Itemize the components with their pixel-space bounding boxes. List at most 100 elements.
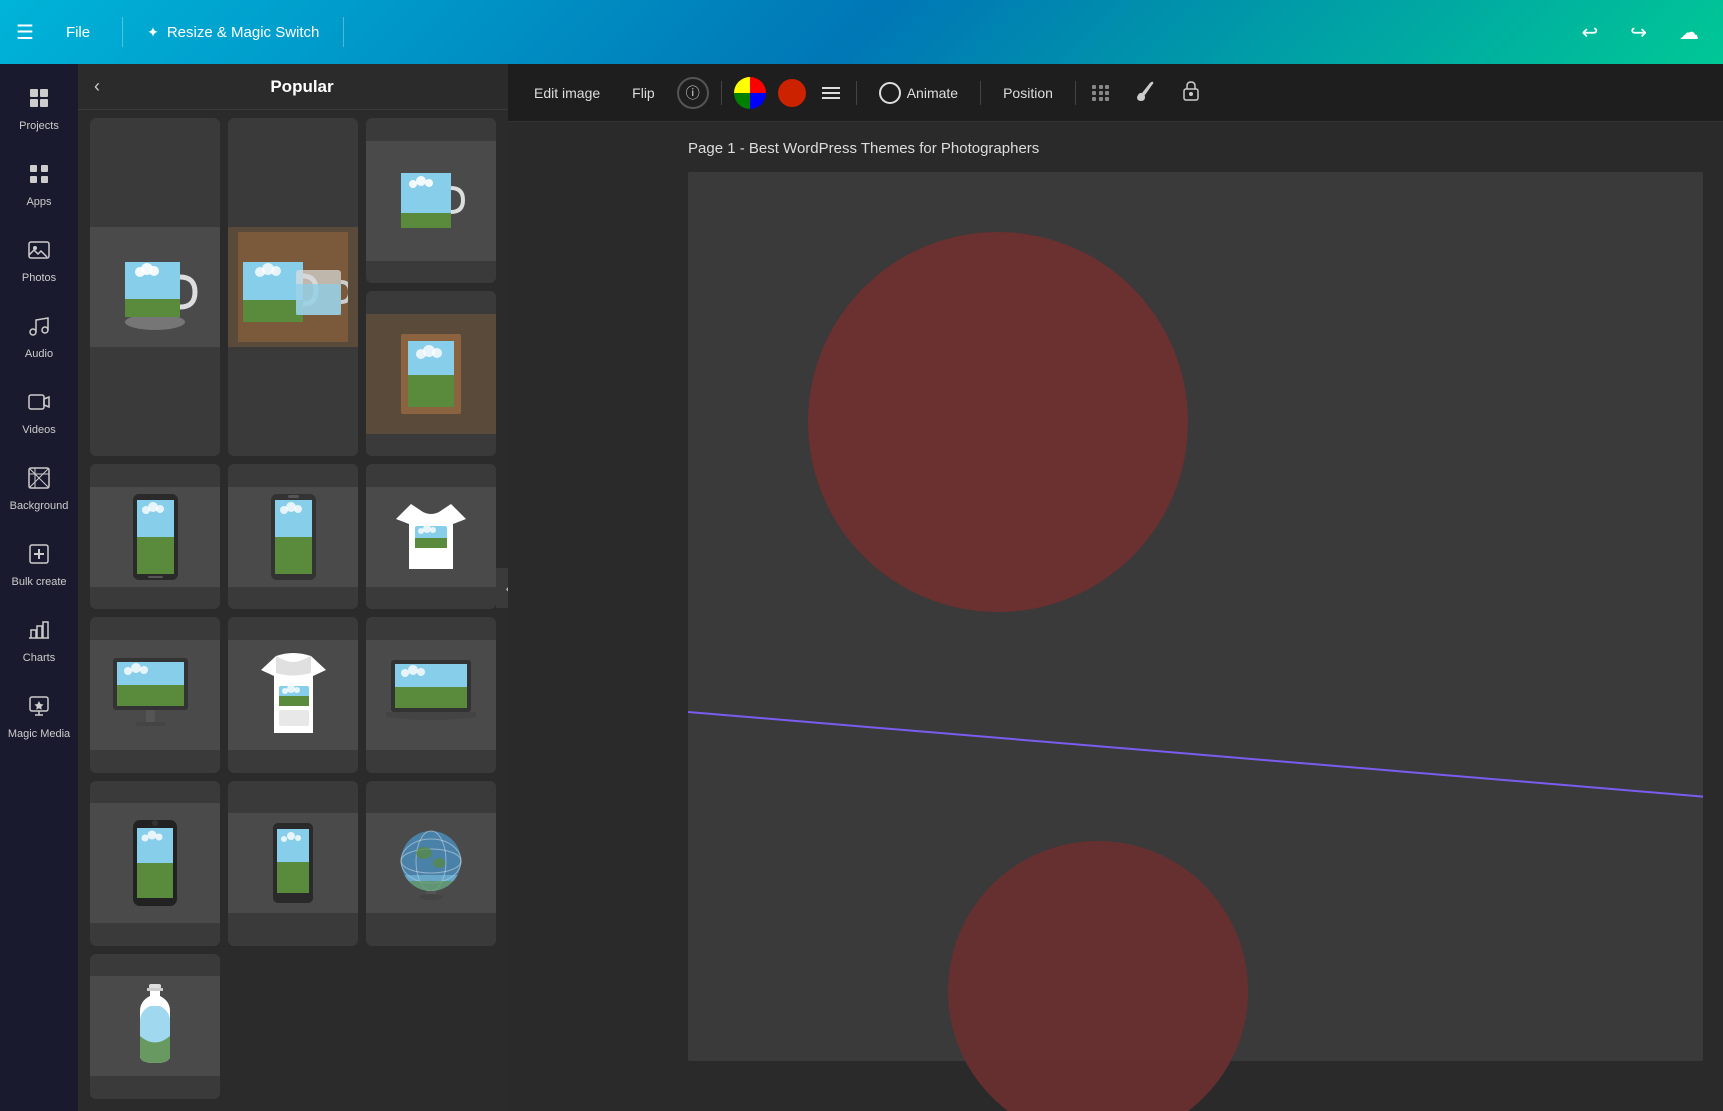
color-wheel-button[interactable] xyxy=(734,77,766,109)
mockup-grid xyxy=(78,110,508,1107)
audio-icon xyxy=(27,314,51,344)
redo-button[interactable]: ↪ xyxy=(1622,16,1655,49)
sidebar-item-projects[interactable]: Projects xyxy=(3,74,75,146)
mug-handle-preview xyxy=(366,141,496,261)
paintbrush-icon xyxy=(1134,79,1154,101)
top-toolbar: ☰ File ✦ Resize & Magic Switch ↩ ↪ ☁ xyxy=(0,0,1723,64)
magic-switch-label: Resize & Magic Switch xyxy=(167,24,320,41)
position-button[interactable]: Position xyxy=(993,79,1063,107)
mug-white-preview xyxy=(90,227,220,347)
cloud-save-button[interactable]: ☁ xyxy=(1671,16,1707,49)
sidebar-charts-label: Charts xyxy=(23,652,55,665)
mockup-item-mug-white[interactable] xyxy=(90,118,220,456)
animate-circle-icon xyxy=(879,82,901,104)
left-sidebar: Projects Apps Photos xyxy=(0,64,78,1111)
flip-button[interactable]: Flip xyxy=(622,79,665,107)
charts-icon xyxy=(27,618,51,648)
secondary-toolbar: Edit image Flip ⓘ Animate Position xyxy=(508,64,1723,122)
sidebar-photos-label: Photos xyxy=(22,272,56,285)
sidebar-item-background[interactable]: Background xyxy=(3,454,75,526)
videos-icon xyxy=(27,390,51,420)
mockup-item-monitor[interactable] xyxy=(90,617,220,772)
globe-preview xyxy=(366,813,496,913)
monitor-preview xyxy=(90,640,220,750)
info-icon: ⓘ xyxy=(686,83,700,103)
sidebar-item-videos[interactable]: Videos xyxy=(3,378,75,450)
mockup-item-bottle[interactable] xyxy=(90,954,220,1099)
frame-preview xyxy=(366,314,496,434)
page-label: Page 1 - Best WordPress Themes for Photo… xyxy=(688,140,1039,157)
mockup-item-globe[interactable] xyxy=(366,781,496,946)
menu-lines-button[interactable] xyxy=(818,83,844,103)
background-icon xyxy=(27,466,51,496)
toolbar-divider3 xyxy=(721,81,722,105)
mockup-item-mug-photo[interactable] xyxy=(228,118,358,456)
sidebar-bulk-create-label: Bulk create xyxy=(11,576,66,589)
menu-line3 xyxy=(822,97,840,99)
lock-button[interactable] xyxy=(1174,75,1208,110)
mug-photo-preview xyxy=(228,227,358,347)
paintbrush-button[interactable] xyxy=(1126,75,1162,110)
sidebar-videos-label: Videos xyxy=(22,424,55,437)
toolbar-divider2 xyxy=(343,17,344,47)
panel-back-button[interactable]: ‹ xyxy=(94,76,100,97)
canvas-background[interactable] xyxy=(688,172,1703,1061)
sidebar-item-bulk-create[interactable]: Bulk create xyxy=(3,530,75,602)
sidebar-item-apps[interactable]: Apps xyxy=(3,150,75,222)
canvas-area: Page 1 - Best WordPress Themes for Photo… xyxy=(508,122,1723,1111)
toolbar-divider xyxy=(122,17,123,47)
sidebar-item-audio[interactable]: Audio xyxy=(3,302,75,374)
mockup-item-small-phone[interactable] xyxy=(228,781,358,946)
apps-icon xyxy=(27,162,51,192)
canvas-circle-main[interactable] xyxy=(808,232,1188,612)
tshirt-preview xyxy=(366,487,496,587)
mockup-item-phone3[interactable] xyxy=(90,781,220,946)
phone3-preview xyxy=(90,803,220,923)
mockup-item-hoodie[interactable] xyxy=(228,617,358,772)
undo-button[interactable]: ↩ xyxy=(1573,16,1606,49)
mockup-item-tshirt[interactable] xyxy=(366,464,496,609)
file-button[interactable]: File xyxy=(58,20,98,45)
mockup-item-laptop[interactable] xyxy=(366,617,496,772)
mockup-item-phone[interactable] xyxy=(90,464,220,609)
mockup-item-phone2[interactable] xyxy=(228,464,358,609)
edit-image-button[interactable]: Edit image xyxy=(524,79,610,107)
magic-icon: ✦ xyxy=(147,24,159,41)
info-button[interactable]: ⓘ xyxy=(677,77,709,109)
magic-switch-button[interactable]: ✦ Resize & Magic Switch xyxy=(147,24,319,41)
small-phone-preview xyxy=(228,813,358,913)
menu-line1 xyxy=(822,87,840,89)
mockup-panel: ‹ Popular xyxy=(78,64,508,1111)
mockup-item-mug-handle[interactable] xyxy=(366,118,496,283)
animate-button[interactable]: Animate xyxy=(869,76,968,110)
panel-title: Popular xyxy=(112,77,492,97)
photos-icon xyxy=(27,238,51,268)
grid-dots-icon xyxy=(1092,85,1110,101)
sidebar-item-charts[interactable]: Charts xyxy=(3,606,75,678)
sidebar-apps-label: Apps xyxy=(26,196,51,209)
toolbar-divider5 xyxy=(980,81,981,105)
sidebar-item-magic-media[interactable]: Magic Media xyxy=(3,682,75,754)
toolbar-divider6 xyxy=(1075,81,1076,105)
bottle-preview xyxy=(90,976,220,1076)
sidebar-background-label: Background xyxy=(10,500,69,513)
phone-preview xyxy=(90,487,220,587)
animate-label: Animate xyxy=(907,85,958,101)
grid-button[interactable] xyxy=(1088,81,1114,105)
phone2-preview xyxy=(228,487,358,587)
sidebar-item-photos[interactable]: Photos xyxy=(3,226,75,298)
projects-icon xyxy=(27,86,51,116)
sidebar-projects-label: Projects xyxy=(19,120,59,133)
collapse-icon: ‹ xyxy=(506,580,508,596)
bulk-create-icon xyxy=(27,542,51,572)
magic-media-icon xyxy=(27,694,51,724)
laptop-preview xyxy=(366,640,496,750)
record-button[interactable] xyxy=(778,79,806,107)
sidebar-audio-label: Audio xyxy=(25,348,53,361)
hamburger-icon[interactable]: ☰ xyxy=(16,20,34,45)
canvas-circle-bottom[interactable] xyxy=(948,841,1248,1111)
panel-collapse-button[interactable]: ‹ xyxy=(496,568,508,608)
lock-icon xyxy=(1182,79,1200,101)
mockup-item-frame[interactable] xyxy=(366,291,496,456)
panel-header: ‹ Popular xyxy=(78,64,508,110)
